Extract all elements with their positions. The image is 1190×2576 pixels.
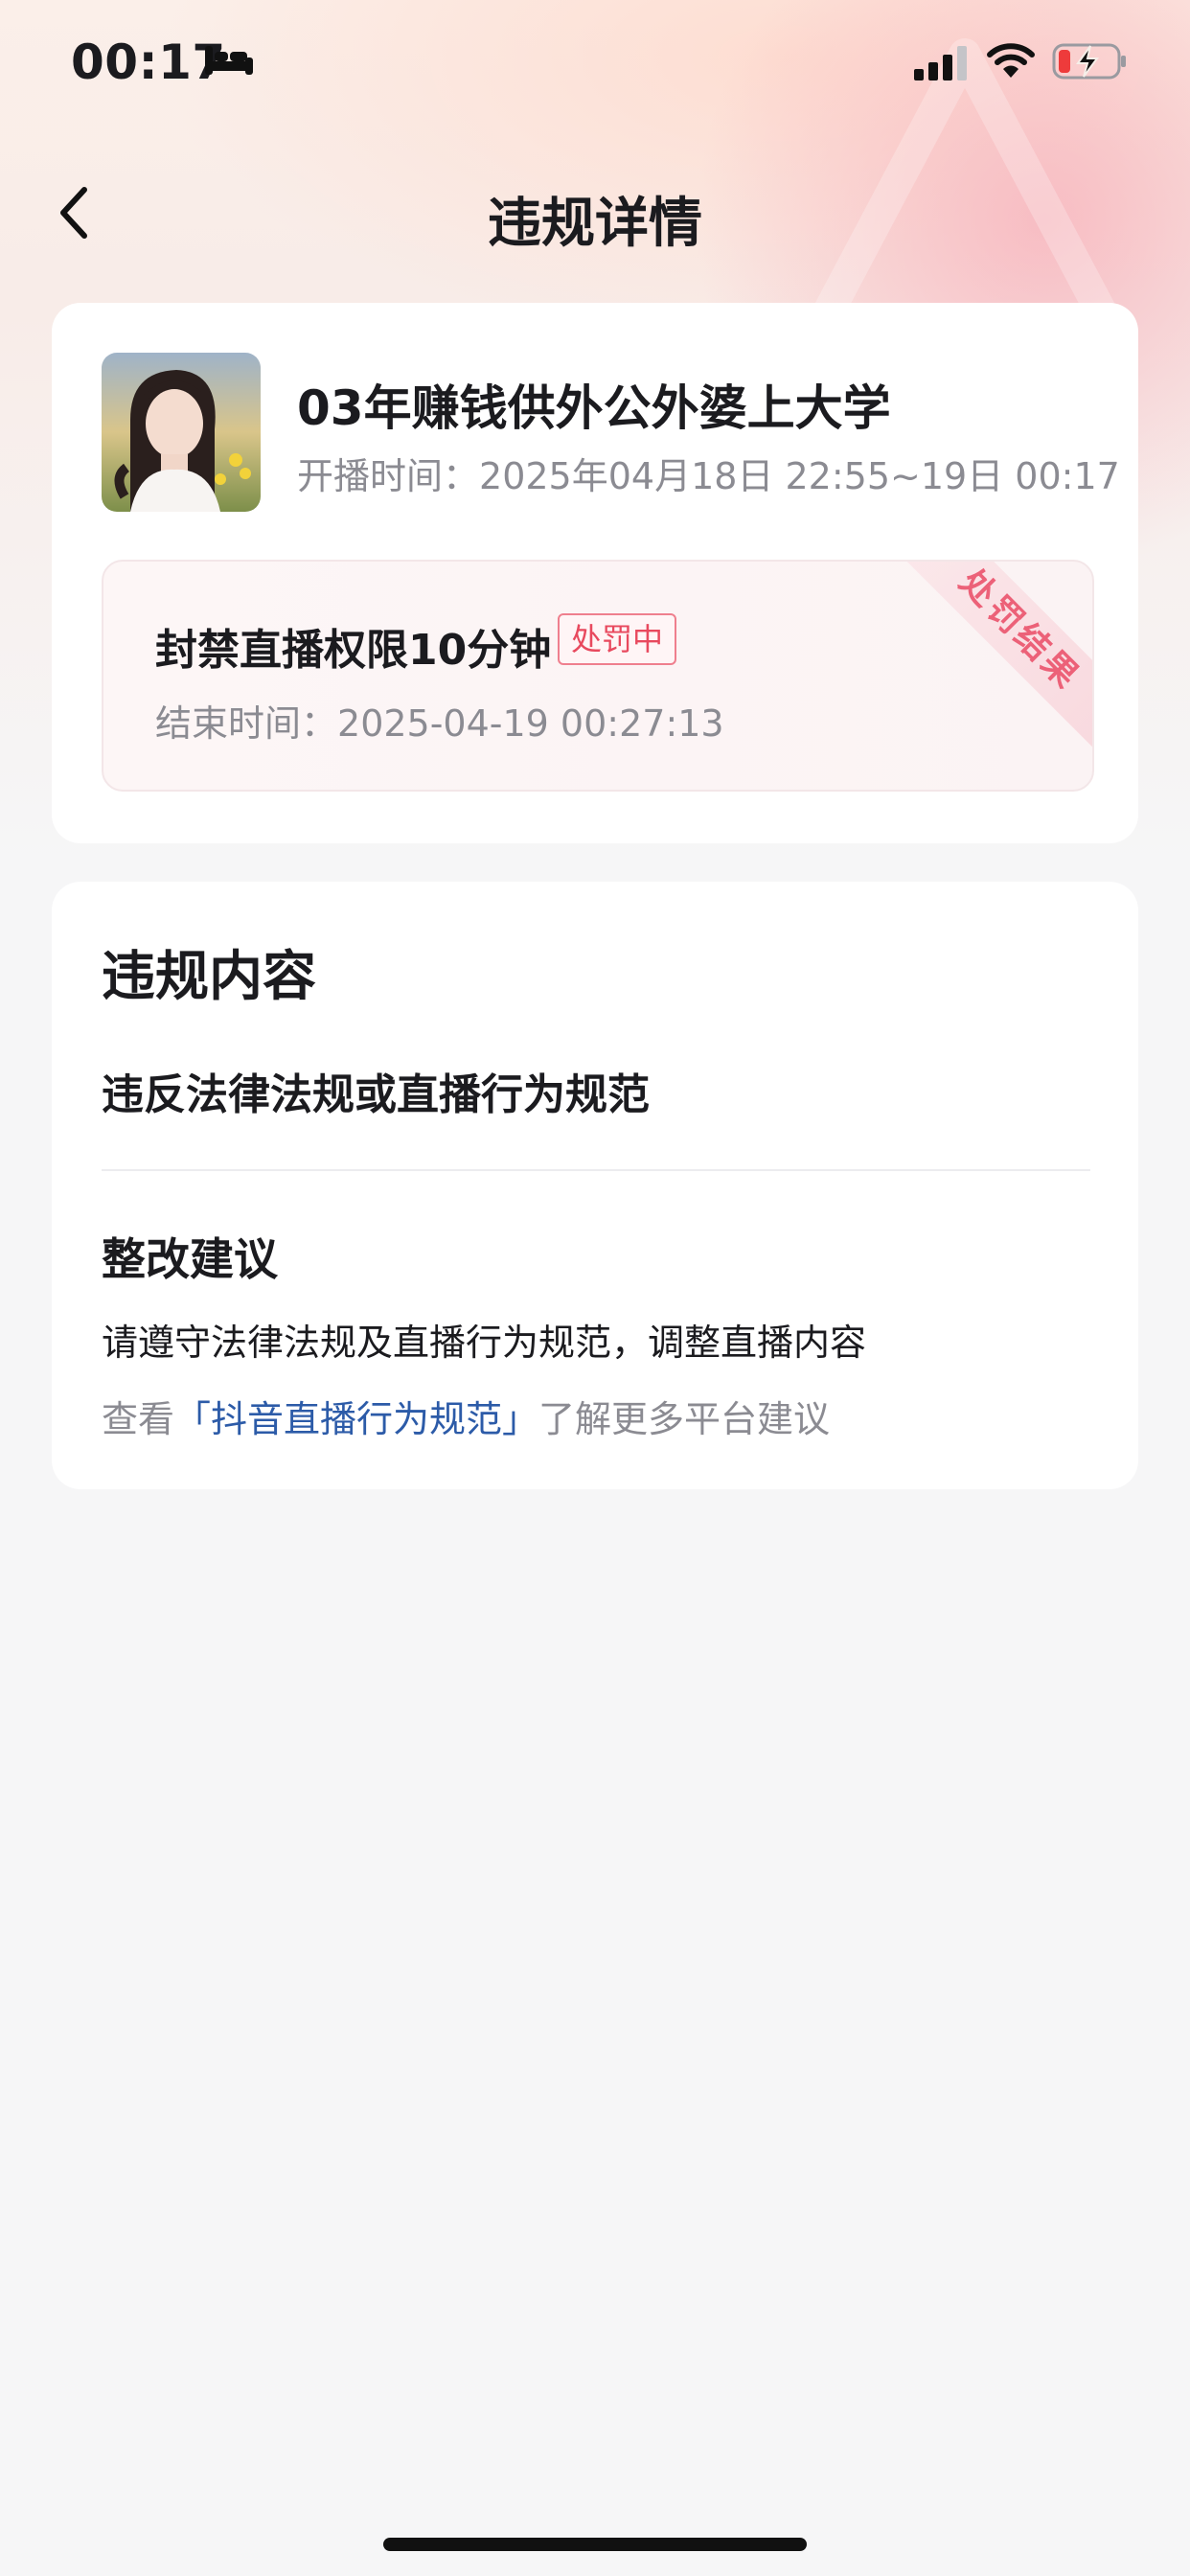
violation-card: 违规内容 违反法律法规或直播行为规范 整改建议 请遵守法律法规及直播行为规范，调…: [52, 882, 1138, 1489]
status-bar: 00:17: [0, 0, 1190, 134]
advice-title: 整改建议: [102, 1233, 278, 1285]
penalty-end-time: 结束时间：2025-04-19 00:27:13: [155, 694, 724, 747]
signal-icon: [914, 46, 967, 80]
sleep-focus-icon: [205, 46, 253, 75]
divider: [102, 1169, 1090, 1171]
advice-prefix: 查看: [102, 1398, 175, 1440]
streamer-avatar: [102, 353, 261, 512]
penalty-end-value: 2025-04-19 00:27:13: [337, 702, 724, 745]
advice-suffix: 了解更多平台建议: [538, 1398, 831, 1440]
home-indicator[interactable]: [383, 2538, 807, 2551]
nav-bar: 违规详情: [0, 163, 1190, 259]
page-title: 违规详情: [488, 193, 702, 255]
penalty-result-box: 封禁直播权限10分钟 处罚中 结束时间：2025-04-19 00:27:13 …: [102, 560, 1094, 792]
penalty-result-ribbon: 处罚结果: [896, 562, 1092, 754]
status-badge: 处罚中: [558, 613, 677, 665]
battery-charging-icon: [1052, 43, 1126, 80]
violation-description: 违反法律法规或直播行为规范: [102, 1070, 650, 1119]
advice-link-row: 查看「抖音直播行为规范」了解更多平台建议: [102, 1390, 830, 1442]
live-time-value: 2025年04月18日 22:55~19日 00:17: [479, 455, 1120, 497]
live-title: 03年赚钱供外公外婆上大学: [297, 380, 891, 436]
live-time-label: 开播时间：: [297, 455, 480, 497]
wifi-icon: [987, 43, 1035, 78]
guidelines-link[interactable]: 「抖音直播行为规范」: [174, 1398, 538, 1440]
violation-section-title: 违规内容: [102, 946, 316, 1008]
penalty-end-label: 结束时间：: [155, 702, 338, 745]
live-summary-card: 03年赚钱供外公外婆上大学 开播时间：2025年04月18日 22:55~19日…: [52, 303, 1138, 843]
penalty-title: 封禁直播权限10分钟: [155, 626, 552, 675]
advice-text: 请遵守法律法规及直播行为规范，调整直播内容: [102, 1322, 867, 1364]
live-time: 开播时间：2025年04月18日 22:55~19日 00:17: [297, 447, 1120, 499]
